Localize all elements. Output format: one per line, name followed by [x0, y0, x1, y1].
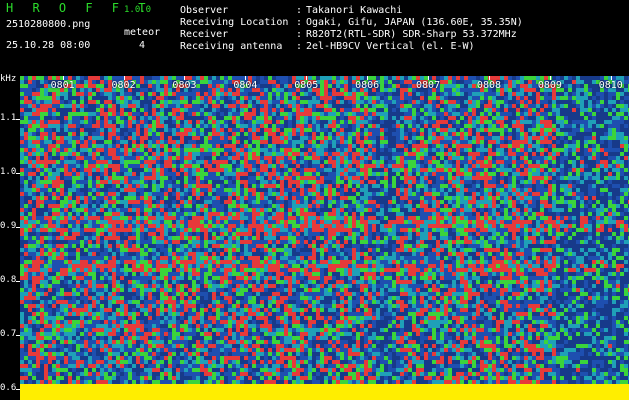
noise-field [20, 76, 629, 384]
x-tick-label: 0803 [172, 80, 197, 91]
x-tick [488, 76, 490, 80]
location-value: Ogaki, Gifu, JAPAN (136.60E, 35.35N) [306, 17, 523, 28]
x-tick [245, 76, 247, 80]
x-tick-label: 0801 [50, 80, 75, 91]
y-tick-label: 1.1 [0, 113, 17, 124]
x-tick [62, 76, 64, 80]
receiver-colon: : [296, 29, 303, 40]
y-tick-label: 1.0 [0, 167, 17, 178]
y-tick-label: 0.8 [0, 275, 17, 286]
location-colon: : [296, 17, 303, 28]
x-tick-label: 0808 [476, 80, 502, 91]
x-tick-label: 0810 [598, 80, 623, 91]
x-tick [123, 76, 125, 80]
x-tick-label: 0806 [355, 80, 380, 91]
x-tick [610, 76, 612, 80]
y-tick-label: 0.9 [0, 221, 17, 232]
antenna-label: Receiving antenna [180, 41, 283, 52]
observer-value: Takanori Kawachi [306, 5, 403, 16]
x-tick-label: 0809 [537, 80, 562, 91]
x-tick-label: 0804 [233, 80, 258, 91]
receiver-label: Receiver [180, 29, 229, 40]
location-label: Receiving Location [180, 17, 289, 28]
observer-label: Observer [180, 5, 229, 16]
header-bar: H R O F F T 1.0.0 2510280800.png meteor … [0, 0, 629, 75]
y-axis: kHz 1.1 1.0 0.9 0.8 0.7 0.6 [0, 74, 20, 400]
x-tick [184, 76, 186, 80]
baseline-band [20, 384, 629, 400]
x-tick-label: 0807 [416, 80, 441, 91]
x-tick [306, 76, 308, 80]
x-tick-label: 0805 [294, 80, 319, 91]
x-tick [549, 76, 551, 80]
meteor-count: 4 [139, 40, 146, 51]
app-version: 1.0.0 [124, 5, 152, 15]
x-tick [367, 76, 369, 80]
antenna-value: 2el-HB9CV Vertical (el. E-W) [306, 41, 475, 52]
y-tick-label: 0.6 [0, 383, 17, 394]
x-tick-label: 0802 [111, 80, 136, 91]
receiver-value: R820T2(RTL-SDR) SDR-Sharp 53.372MHz [306, 29, 517, 40]
y-axis-unit: kHz [0, 74, 17, 84]
observer-colon: : [296, 5, 303, 16]
file-name: 2510280800.png [6, 19, 91, 30]
meteor-label: meteor [124, 27, 161, 38]
y-tick-label: 0.7 [0, 329, 17, 340]
x-tick [428, 76, 430, 80]
spectrogram-plot: 0801 0802 0803 0804 0805 0806 0807 0808 0809 0810 [20, 76, 629, 400]
antenna-colon: : [296, 41, 303, 52]
spectrogram-canvas [20, 76, 629, 400]
observation-datetime: 25.10.28 08:00 [6, 40, 91, 51]
